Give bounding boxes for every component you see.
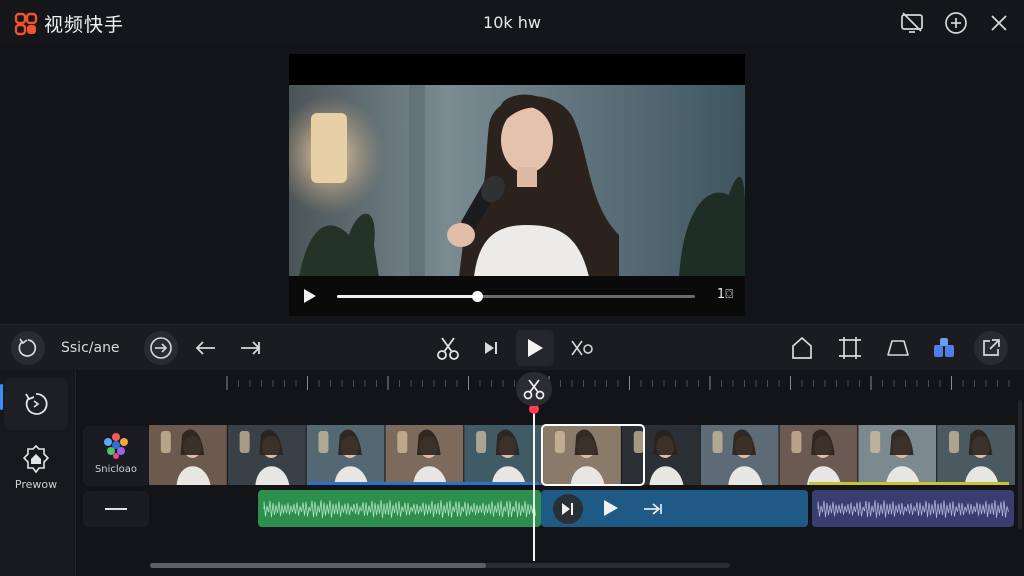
close-icon (991, 15, 1007, 31)
edit-toolbar: Ssic/ane (0, 324, 1024, 370)
title-bar: 视频快手 10k hw (0, 0, 1024, 46)
cut-button[interactable] (431, 331, 465, 365)
video-frame-image (289, 85, 745, 277)
add-circle-icon (945, 12, 967, 34)
add-button[interactable] (943, 10, 969, 36)
seek-bar[interactable] (337, 291, 695, 302)
screen-off-button[interactable] (899, 10, 925, 36)
layers-button[interactable] (927, 331, 961, 365)
timeline-play-button[interactable] (516, 330, 554, 366)
fade-button[interactable] (881, 331, 915, 365)
back-button[interactable] (189, 331, 223, 365)
clip-thumbnail[interactable] (306, 425, 385, 485)
shape-button[interactable] (785, 331, 819, 365)
split-button[interactable] (564, 331, 598, 365)
seek-bar-progress (337, 295, 477, 298)
clip-thumbnail[interactable] (227, 425, 306, 485)
palette-icon (104, 433, 128, 459)
clip-thumbnail[interactable] (937, 425, 1015, 485)
audio-waveform (263, 499, 536, 519)
play-button[interactable] (303, 288, 317, 308)
navigate-button[interactable] (144, 331, 178, 365)
video-track-label: Snicloao (94, 464, 138, 475)
skip-button[interactable] (474, 331, 508, 365)
play-icon (304, 289, 316, 303)
timeline-scrollbar[interactable] (150, 563, 730, 568)
close-button[interactable] (986, 10, 1012, 36)
timeline-vertical-scrollbar[interactable] (1018, 400, 1022, 530)
audio-clip-purple[interactable] (812, 490, 1014, 527)
export-icon (983, 339, 1000, 356)
audio-clip-blue[interactable] (541, 490, 808, 527)
audio-next-button[interactable] (642, 501, 664, 520)
layers-icon (934, 338, 954, 357)
undo-label: Ssic/ane (61, 340, 120, 356)
crop-icon (839, 337, 861, 359)
player-controls: 1⌼ (289, 276, 745, 316)
scissors-icon (523, 379, 545, 400)
home-badge-icon (22, 444, 50, 474)
rail-active-indicator (0, 384, 3, 410)
seek-bar-handle[interactable] (471, 291, 483, 302)
selected-clip[interactable] (541, 424, 645, 486)
clip-thumbnail[interactable] (385, 425, 464, 485)
forward-arrow-icon (241, 341, 261, 355)
forward-button[interactable] (233, 331, 267, 365)
time-label: 1⌼ (716, 287, 733, 302)
video-track (149, 424, 1016, 486)
crop-button[interactable] (833, 331, 867, 365)
split-icon (571, 340, 593, 356)
audio-track-header[interactable] (83, 491, 149, 527)
preview-stage: 1⌼ (0, 46, 1024, 324)
undo-icon (18, 338, 37, 357)
clip-thumbnail[interactable] (149, 425, 227, 485)
left-rail: Prewow (0, 370, 76, 576)
minus-icon (105, 508, 127, 510)
video-track-header[interactable]: Snicloao (83, 426, 149, 486)
audio-waveform (817, 499, 1009, 519)
timeline-scroll-thumb[interactable] (150, 563, 487, 568)
rail-item-timer[interactable] (4, 378, 68, 430)
shape-icon (792, 336, 812, 359)
timer-refresh-icon (25, 393, 48, 415)
audio-skip-button[interactable] (553, 494, 583, 524)
clip-thumbnail[interactable] (779, 425, 858, 485)
export-button[interactable] (974, 331, 1008, 365)
video-preview[interactable]: 1⌼ (289, 54, 745, 316)
back-arrow-icon (195, 341, 215, 355)
navigate-icon (150, 337, 172, 359)
play-icon (604, 500, 618, 516)
skip-icon (485, 342, 497, 354)
audio-play-button[interactable] (603, 499, 619, 521)
clip-thumbnail[interactable] (858, 425, 937, 485)
clip-thumbnail[interactable] (700, 425, 779, 485)
rail-item-label: Prewow (14, 478, 58, 491)
skip-icon (562, 503, 573, 515)
undo-button[interactable] (11, 331, 45, 365)
play-icon (528, 339, 543, 357)
playhead-cut-button[interactable] (516, 372, 552, 406)
rail-item-preview[interactable]: Prewow (4, 444, 68, 491)
window-title: 10k hw (483, 13, 541, 32)
timeline: Snicloao (77, 370, 1024, 576)
fade-icon (887, 340, 909, 356)
clip-thumbnail[interactable] (464, 425, 543, 485)
audio-clip-green[interactable] (258, 490, 541, 527)
screen-off-icon (901, 12, 923, 33)
playhead[interactable] (533, 408, 535, 561)
arrow-to-line-icon (644, 503, 662, 515)
scissors-icon (437, 337, 459, 360)
